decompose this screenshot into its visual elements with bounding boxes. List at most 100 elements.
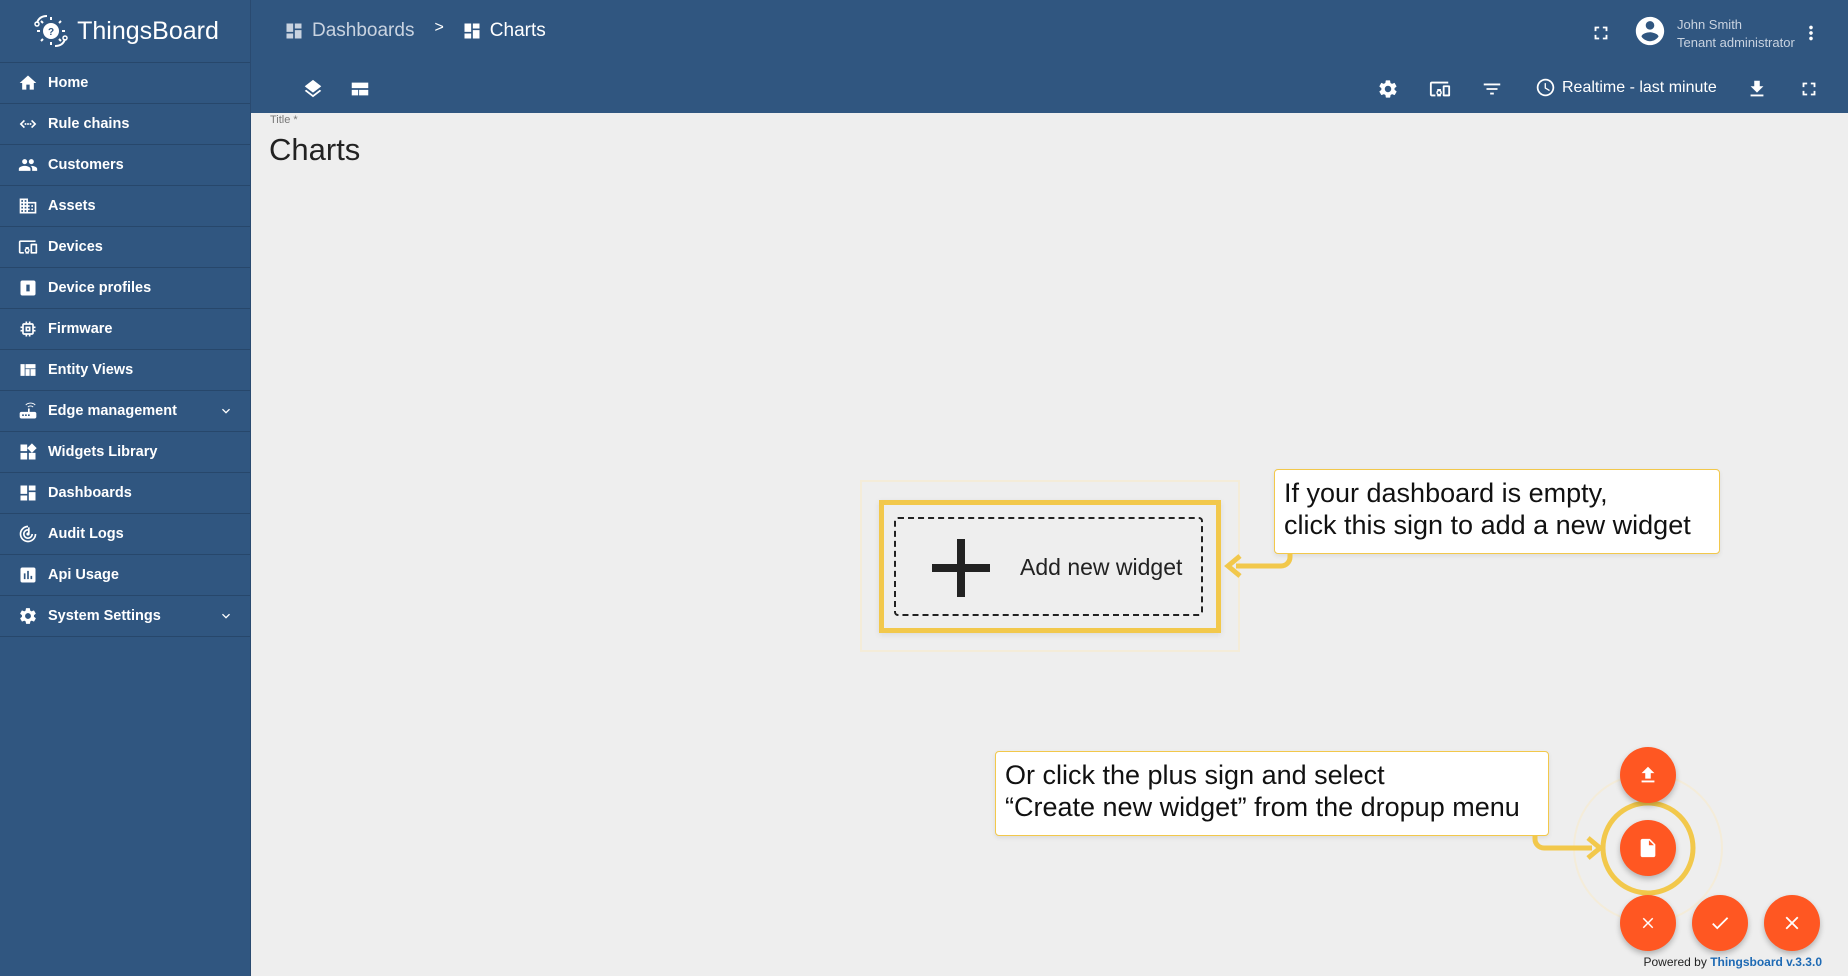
user-name: John Smith <box>1677 16 1743 32</box>
svg-text:?: ? <box>48 27 54 38</box>
close-fab-menu-button[interactable] <box>1620 895 1676 951</box>
dashboards-icon <box>286 23 302 39</box>
sidebar-item-label: Assets <box>48 198 96 214</box>
sidebar-item-api-usage[interactable]: Api Usage <box>0 555 250 596</box>
dashboard-title[interactable]: Charts <box>269 132 360 168</box>
callout-line: Or click the plus sign and select <box>1005 760 1385 790</box>
widgets-icon <box>17 441 39 463</box>
devices-icon[interactable] <box>1428 77 1452 101</box>
sidebar: ? ThingsBoard Home Rule chains Customers… <box>0 0 251 976</box>
account-circle-icon <box>1633 14 1667 53</box>
sidebar-item-label: Customers <box>48 157 124 173</box>
sidebar-item-label: Widgets Library <box>48 444 158 460</box>
user-role: Tenant administrator <box>1677 34 1795 50</box>
settings-icon <box>17 605 39 627</box>
dashboard-layout-icon[interactable] <box>348 77 372 101</box>
firmware-icon <box>17 318 39 340</box>
sidebar-item-label: Entity Views <box>48 362 134 378</box>
breadcrumb: Dashboards > Charts <box>284 19 546 42</box>
chevron-down-icon[interactable] <box>218 403 234 419</box>
callout-line: If your dashboard is empty, <box>1284 478 1608 508</box>
sidebar-item-label: Home <box>48 75 89 91</box>
close-icon <box>1785 916 1799 930</box>
plus-icon <box>932 539 990 597</box>
sidebar-item-home[interactable]: Home <box>0 63 250 104</box>
sidebar-item-label: System Settings <box>48 608 161 624</box>
settings-icon[interactable] <box>1376 77 1400 101</box>
sidebar-item-label: Api Usage <box>48 567 119 583</box>
fullscreen-icon[interactable] <box>1797 77 1821 101</box>
sidebar-item-dashboards[interactable]: Dashboards <box>0 473 250 514</box>
clock-icon <box>1536 78 1555 97</box>
add-new-widget-button[interactable]: Add new widget <box>894 517 1203 616</box>
add-new-widget-label: Add new widget <box>1020 554 1183 580</box>
sidebar-item-customers[interactable]: Customers <box>0 145 250 186</box>
device-profiles-icon <box>17 277 39 299</box>
sidebar-item-devices[interactable]: Devices <box>0 227 250 268</box>
tutorial-callout-empty-dashboard: If your dashboard is empty, click this s… <box>1274 469 1720 554</box>
decline-changes-button[interactable] <box>1764 895 1820 951</box>
dashboards-icon <box>464 23 480 39</box>
breadcrumb-label: Charts <box>489 20 546 41</box>
app-logo[interactable]: ? ThingsBoard <box>0 0 250 63</box>
sidebar-item-label: Device profiles <box>48 280 152 296</box>
download-icon[interactable] <box>1745 77 1769 101</box>
sidebar-item-assets[interactable]: Assets <box>0 186 250 227</box>
breadcrumb-label: Dashboards <box>312 20 415 41</box>
sidebar-item-label: Devices <box>48 239 103 255</box>
apply-changes-button[interactable] <box>1692 895 1748 951</box>
upload-icon <box>1641 766 1655 783</box>
thingsboard-logo-icon: ? <box>34 15 68 47</box>
sidebar-item-firmware[interactable]: Firmware <box>0 309 250 350</box>
rule-chains-icon <box>17 113 39 135</box>
top-toolbar: Dashboards > Charts John Smith Tenant ad… <box>251 0 1848 113</box>
create-new-widget-button[interactable] <box>1620 820 1676 876</box>
callout-line: click this sign to add a new widget <box>1284 510 1691 540</box>
sidebar-item-label: Rule chains <box>48 116 130 132</box>
chevron-down-icon[interactable] <box>218 608 234 624</box>
sidebar-item-label: Dashboards <box>48 485 132 501</box>
app-name: ThingsBoard <box>77 16 219 45</box>
callout-line: “Create new widget” from the dropup menu <box>1005 792 1520 822</box>
close-icon <box>1642 917 1654 929</box>
sidebar-item-widgets-library[interactable]: Widgets Library <box>0 432 250 473</box>
time-window-selector[interactable]: Realtime - last minute <box>1535 77 1717 98</box>
version-link[interactable]: Thingsboard v.3.3.0 <box>1710 955 1822 969</box>
sidebar-item-device-profiles[interactable]: Device profiles <box>0 268 250 309</box>
audit-logs-icon <box>17 523 39 545</box>
home-icon <box>17 72 39 94</box>
fullscreen-icon[interactable] <box>1589 21 1613 45</box>
filter-icon[interactable] <box>1480 77 1504 101</box>
sidebar-item-edge-management[interactable]: Edge management <box>0 391 250 432</box>
import-widget-button[interactable] <box>1620 747 1676 803</box>
user-menu[interactable]: John Smith Tenant administrator <box>1633 14 1795 53</box>
file-icon <box>1640 838 1656 858</box>
more-vert-icon[interactable] <box>1799 21 1823 45</box>
arrowhead <box>1586 836 1604 860</box>
breadcrumb-separator: > <box>434 19 444 36</box>
arrow-to-fab <box>1532 836 1592 851</box>
devices-icon <box>17 236 39 258</box>
check-icon <box>1712 917 1729 930</box>
arrow-to-add-widget <box>1236 553 1293 569</box>
edge-icon <box>17 400 39 422</box>
tutorial-callout-create-widget: Or click the plus sign and select “Creat… <box>995 751 1549 836</box>
sidebar-item-label: Audit Logs <box>48 526 124 542</box>
powered-by: Powered by Thingsboard v.3.3.0 <box>1643 955 1822 969</box>
sidebar-item-system-settings[interactable]: System Settings <box>0 596 250 637</box>
powered-by-label: Powered by <box>1643 955 1707 969</box>
time-window-label: Realtime - last minute <box>1562 78 1717 96</box>
sidebar-item-entity-views[interactable]: Entity Views <box>0 350 250 391</box>
breadcrumb-charts: Charts <box>462 20 546 42</box>
customers-icon <box>17 154 39 176</box>
sidebar-item-label: Edge management <box>48 403 177 419</box>
entity-views-icon <box>17 359 39 381</box>
assets-icon <box>17 195 39 217</box>
title-field-label: Title * <box>270 114 298 126</box>
sidebar-item-label: Firmware <box>48 321 113 337</box>
layers-icon[interactable] <box>301 77 325 101</box>
breadcrumb-dashboards[interactable]: Dashboards <box>284 20 414 42</box>
sidebar-item-rule-chains[interactable]: Rule chains <box>0 104 250 145</box>
dashboards-icon <box>17 482 39 504</box>
sidebar-item-audit-logs[interactable]: Audit Logs <box>0 514 250 555</box>
